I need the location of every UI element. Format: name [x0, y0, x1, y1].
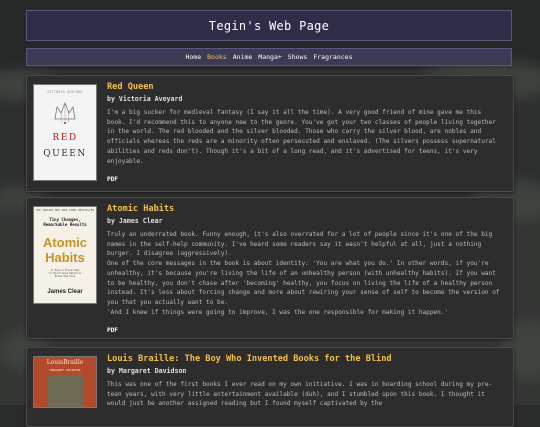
cover-subtitle: Tiny Changes, Remarkable Results: [43, 217, 87, 227]
nav-fragrances[interactable]: Fragrances: [313, 53, 352, 61]
cover-title: LouisBraille: [46, 359, 84, 366]
nav-home[interactable]: Home: [185, 53, 201, 61]
nav-shows[interactable]: Shows: [288, 53, 308, 61]
cover-tagline: An Easy & Proven Way to Build Good Habit…: [49, 269, 81, 279]
book-author: by James Clear: [107, 217, 163, 225]
book-review-p2: One of the core messages in the book is …: [107, 260, 500, 306]
cover-author: VICTORIA AVEYARD: [47, 90, 83, 94]
pdf-link[interactable]: PDF: [107, 176, 118, 183]
crown-icon: [54, 101, 76, 124]
book-author: by Victoria Aveyard: [107, 95, 183, 103]
book-card-red-queen: VICTORIA AVEYARD RED QUEEN Red Queen by …: [26, 75, 514, 192]
pdf-link[interactable]: PDF: [107, 327, 118, 334]
nav-manga[interactable]: Manga+: [258, 53, 281, 61]
cover-title-line2: Habits: [45, 250, 85, 265]
book-card-atomic-habits: THE INSTANT NEW YORK TIMES BESTSELLER Ti…: [26, 197, 514, 339]
main-nav: Home Books Anime Manga+ Shows Fragrances: [26, 48, 512, 66]
book-review-p3: 'And I knew if things were going to impr…: [107, 308, 449, 316]
book-cover-louis-braille: LouisBraille MARGARET DAVIDSON: [33, 356, 97, 408]
book-cover-atomic-habits: THE INSTANT NEW YORK TIMES BESTSELLER Ti…: [33, 206, 97, 304]
book-card-louis-braille: LouisBraille MARGARET DAVIDSON Louis Bra…: [26, 347, 514, 427]
book-title: Atomic Habits: [107, 204, 175, 214]
book-review-p1: Truly an underrated book. Funny enough, …: [107, 231, 493, 258]
cover-author: James Clear: [47, 289, 83, 295]
nav-anime[interactable]: Anime: [233, 53, 253, 61]
cover-author: MARGARET DAVIDSON: [49, 368, 81, 372]
cover-illustration: [48, 375, 84, 407]
site-header: Tegin's Web Page: [26, 10, 512, 41]
book-cover-red-queen: VICTORIA AVEYARD RED QUEEN: [33, 84, 97, 181]
cover-title-line1: RED: [52, 133, 78, 143]
cover-title-line1: Atomic: [42, 235, 88, 250]
cover-banner: THE INSTANT NEW YORK TIMES BESTSELLER: [36, 209, 94, 212]
book-review: I'm a big sucker for medieval fantasy (I…: [107, 109, 496, 165]
nav-books[interactable]: Books: [207, 53, 227, 61]
page-title: Tegin's Web Page: [208, 18, 330, 33]
book-title: Louis Braille: The Boy Who Invented Book…: [107, 354, 392, 364]
cover-title-line2: QUEEN: [43, 149, 87, 159]
book-title: Red Queen: [107, 82, 154, 92]
book-author: by Margaret Davidson: [107, 367, 187, 375]
